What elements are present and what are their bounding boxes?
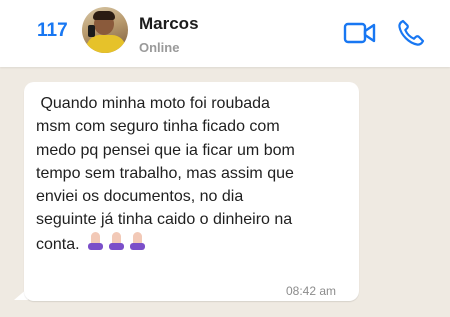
message-text: Quando minha moto foi roubada msm com se… [36, 92, 356, 257]
chat-header: 117 Marcos Online [0, 0, 450, 67]
back-unread-count[interactable]: 117 [37, 20, 68, 42]
praying-hands-emoji [87, 231, 150, 257]
contact-status: Online [139, 40, 180, 55]
praying-hands-icon [129, 231, 146, 250]
phone-call-icon[interactable] [396, 18, 426, 48]
praying-hands-icon [87, 231, 104, 250]
message-timestamp: 08:42 am [286, 284, 337, 298]
video-call-icon[interactable] [343, 20, 376, 46]
avatar[interactable] [82, 7, 128, 53]
contact-name[interactable]: Marcos [139, 14, 199, 34]
message-body: Quando minha moto foi roubada msm com se… [36, 95, 295, 253]
praying-hands-icon [108, 231, 125, 250]
